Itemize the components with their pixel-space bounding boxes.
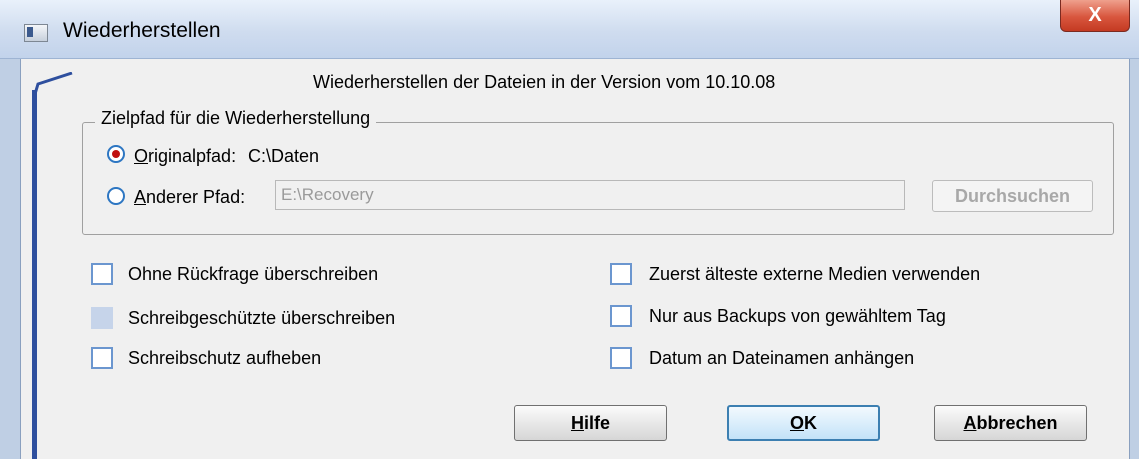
only-selected-day-backups-checkbox[interactable] — [610, 305, 632, 327]
other-path-label-rest: nderer Pfad: — [146, 187, 246, 207]
radio-selected-dot — [112, 150, 120, 158]
app-icon — [24, 24, 48, 42]
original-path-label[interactable]: Originalpfad: — [134, 146, 236, 167]
accent-bar — [32, 90, 37, 459]
original-path-mnemonic: O — [134, 146, 149, 166]
accent-corner — [34, 72, 73, 94]
restore-version-heading: Wiederherstellen der Dateien in der Vers… — [313, 72, 776, 92]
original-path-radio[interactable] — [107, 145, 125, 163]
overwrite-readonly-label: Schreibgeschützte überschreiben — [128, 308, 396, 328]
other-path-label[interactable]: Anderer Pfad: — [134, 187, 245, 208]
window-title: Wiederherstellen — [63, 19, 221, 42]
other-path-mnemonic: A — [134, 187, 147, 207]
ok-button-label-rest: K — [804, 413, 817, 433]
overwrite-without-prompt-label[interactable]: Ohne Rückfrage überschreiben — [128, 264, 378, 285]
append-date-to-filename-label[interactable]: Datum an Dateinamen anhängen — [649, 348, 914, 369]
target-path-group — [82, 122, 1114, 235]
append-date-to-filename-checkbox[interactable] — [610, 347, 632, 369]
cancel-button[interactable]: Abbrechen — [934, 405, 1087, 441]
close-button[interactable]: X — [1060, 0, 1130, 32]
overwrite-without-prompt-checkbox[interactable] — [91, 263, 113, 285]
ok-button[interactable]: OK — [727, 405, 880, 441]
help-button-label-rest: ilfe — [583, 413, 610, 433]
help-button[interactable]: Hilfe — [514, 405, 667, 441]
overwrite-readonly-checkbox[interactable] — [91, 307, 113, 329]
ok-button-mnemonic: O — [789, 413, 804, 433]
other-path-input[interactable] — [275, 180, 905, 210]
original-path-label-rest: riginalpfad: — [148, 146, 237, 166]
oldest-external-media-first-checkbox[interactable] — [610, 263, 632, 285]
original-path-value: C:\Daten — [248, 146, 320, 166]
cancel-button-mnemonic: A — [963, 413, 977, 433]
browse-button[interactable]: Durchsuchen — [932, 180, 1093, 212]
target-path-group-legend: Zielpfad für die Wiederherstellung — [95, 108, 377, 129]
dialog-window: Wiederherstellen X Wiederherstellen der … — [0, 0, 1139, 459]
remove-write-protection-label[interactable]: Schreibschutz aufheben — [128, 348, 321, 369]
cancel-button-label-rest: bbrechen — [976, 413, 1058, 433]
other-path-radio[interactable] — [107, 187, 125, 205]
oldest-external-media-first-label[interactable]: Zuerst älteste externe Medien verwenden — [649, 264, 980, 285]
remove-write-protection-checkbox[interactable] — [91, 347, 113, 369]
help-button-mnemonic: H — [570, 413, 584, 433]
title-bar[interactable]: Wiederherstellen X — [0, 0, 1139, 59]
only-selected-day-backups-label[interactable]: Nur aus Backups von gewähltem Tag — [649, 306, 946, 327]
